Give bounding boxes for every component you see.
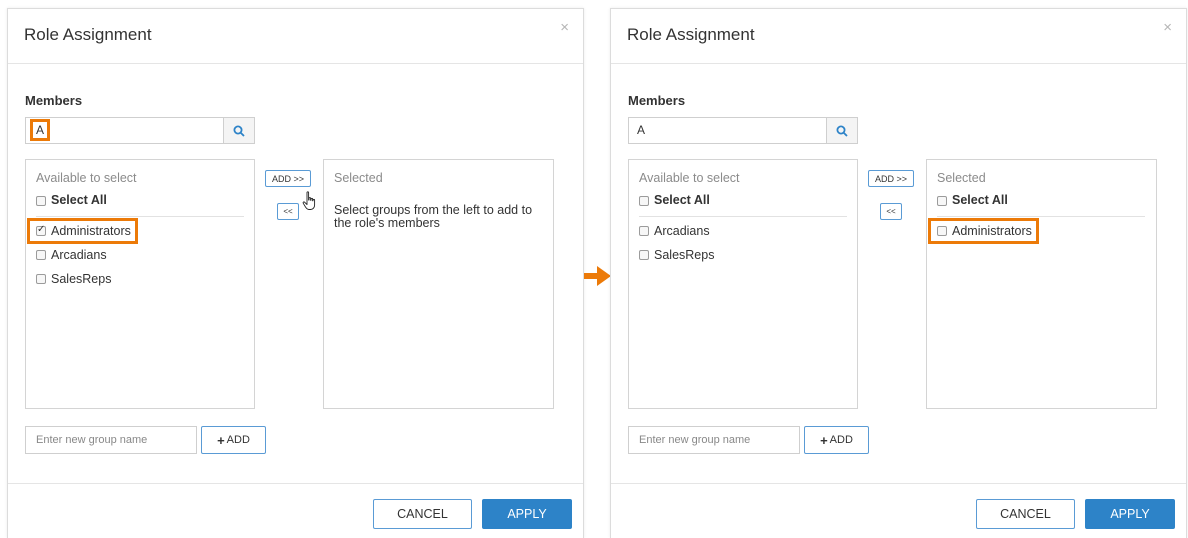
arrow-right-icon [584,266,611,286]
available-header: Available to select [36,171,137,185]
selected-helper-text: Select groups from the left to add to th… [334,203,533,230]
new-group-input[interactable]: Enter new group name [628,426,800,454]
member-search: A [628,117,858,144]
members-label: Members [628,93,686,108]
select-all-available[interactable]: Select All [36,193,244,217]
cancel-button[interactable]: CANCEL [373,499,472,529]
list-item-label: SalesReps [51,272,112,286]
dialog-title: Role Assignment [627,25,755,44]
available-list: Available to select Select All Administr… [25,159,255,409]
checkbox[interactable] [639,196,649,206]
selected-list: Selected Select groups from the left to … [323,159,554,409]
checkbox-checked[interactable] [36,224,46,236]
select-all-selected[interactable]: Select All [937,193,1145,217]
apply-button[interactable]: APPLY [482,499,572,529]
plus-icon: + [217,432,225,448]
remove-from-selected-button[interactable]: << [277,203,299,220]
members-label: Members [25,93,83,108]
search-icon [836,125,848,137]
list-item-label: Arcadians [51,248,107,262]
cancel-button[interactable]: CANCEL [976,499,1075,529]
role-assignment-dialog-after: Role Assignment × Members A Available to… [610,8,1187,538]
select-all-available[interactable]: Select All [639,193,847,217]
checkbox[interactable] [639,226,649,236]
search-button[interactable] [223,117,255,144]
dialog-header: Role Assignment × [8,9,583,64]
select-all-label: Select All [654,193,710,207]
add-group-label: ADD [829,434,853,446]
available-header: Available to select [639,171,740,185]
member-search: A [25,117,255,144]
selected-item-administrators[interactable]: Administrators [928,218,1039,244]
add-group-button[interactable]: + ADD [201,426,266,454]
search-input-value: A [637,123,646,137]
checkbox[interactable] [36,196,46,206]
available-list: Available to select Select All Arcadians… [628,159,858,409]
list-item-arcadians[interactable]: Arcadians [639,222,710,240]
search-input-value: A [29,119,51,141]
search-button[interactable] [826,117,858,144]
list-item-label: Administrators [51,224,131,238]
selected-header: Selected [937,171,986,185]
select-all-label: Select All [952,193,1008,207]
apply-button[interactable]: APPLY [1085,499,1175,529]
list-item-salesreps[interactable]: SalesReps [36,270,111,288]
member-search-input[interactable]: A [25,117,224,144]
list-item-label: SalesReps [654,248,715,262]
add-to-selected-button[interactable]: ADD >> [868,170,914,187]
remove-from-selected-button[interactable]: << [880,203,902,220]
add-to-selected-button[interactable]: ADD >> [265,170,311,187]
list-item-label: Arcadians [654,224,710,238]
dialog-footer: CANCEL APPLY [8,483,583,538]
dialog-footer: CANCEL APPLY [611,483,1186,538]
add-group-label: ADD [226,434,250,446]
hand-pointer-icon [302,191,316,210]
selected-list: Selected Select All Administrators [926,159,1157,409]
checkbox[interactable] [937,196,947,206]
search-icon [233,125,245,137]
select-all-label: Select All [51,193,107,207]
list-item-administrators[interactable]: Administrators [27,218,138,244]
list-item-salesreps[interactable]: SalesReps [639,246,714,264]
add-group-button[interactable]: + ADD [804,426,869,454]
dialog-header: Role Assignment × [611,9,1186,64]
new-group-input[interactable]: Enter new group name [25,426,197,454]
checkbox[interactable] [36,274,46,284]
close-icon[interactable]: × [560,19,569,36]
role-assignment-dialog-before: Role Assignment × Members A Available to… [7,8,584,538]
selected-header: Selected [334,171,383,185]
checkbox[interactable] [639,250,649,260]
list-item-label: Administrators [952,224,1032,238]
list-item-arcadians[interactable]: Arcadians [36,246,107,264]
checkbox[interactable] [937,226,947,236]
member-search-input[interactable]: A [628,117,827,144]
checkbox[interactable] [36,250,46,260]
dialog-title: Role Assignment [24,25,152,44]
plus-icon: + [820,432,828,448]
close-icon[interactable]: × [1163,19,1172,36]
